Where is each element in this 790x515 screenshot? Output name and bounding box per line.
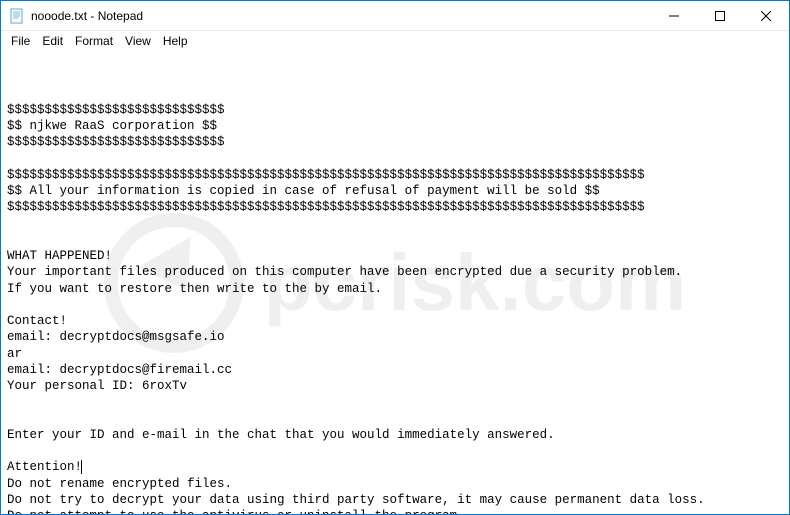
text-content: $$$$$$$$$$$$$$$$$$$$$$$$$$$$$ $$ njkwe R… [7,102,783,514]
menu-view[interactable]: View [119,33,157,49]
menu-format[interactable]: Format [69,33,119,49]
minimize-button[interactable] [651,1,697,30]
close-button[interactable] [743,1,789,30]
menubar: File Edit Format View Help [1,31,789,51]
notepad-window: nooode.txt - Notepad File Edit Format Vi… [0,0,790,515]
text-area[interactable]: pcrisk.com $$$$$$$$$$$$$$$$$$$$$$$$$$$$$… [1,51,789,514]
notepad-icon [9,8,25,24]
titlebar: nooode.txt - Notepad [1,1,789,31]
maximize-button[interactable] [697,1,743,30]
menu-edit[interactable]: Edit [36,33,69,49]
menu-help[interactable]: Help [157,33,194,49]
menu-file[interactable]: File [5,33,36,49]
window-title: nooode.txt - Notepad [31,9,651,23]
window-controls [651,1,789,30]
